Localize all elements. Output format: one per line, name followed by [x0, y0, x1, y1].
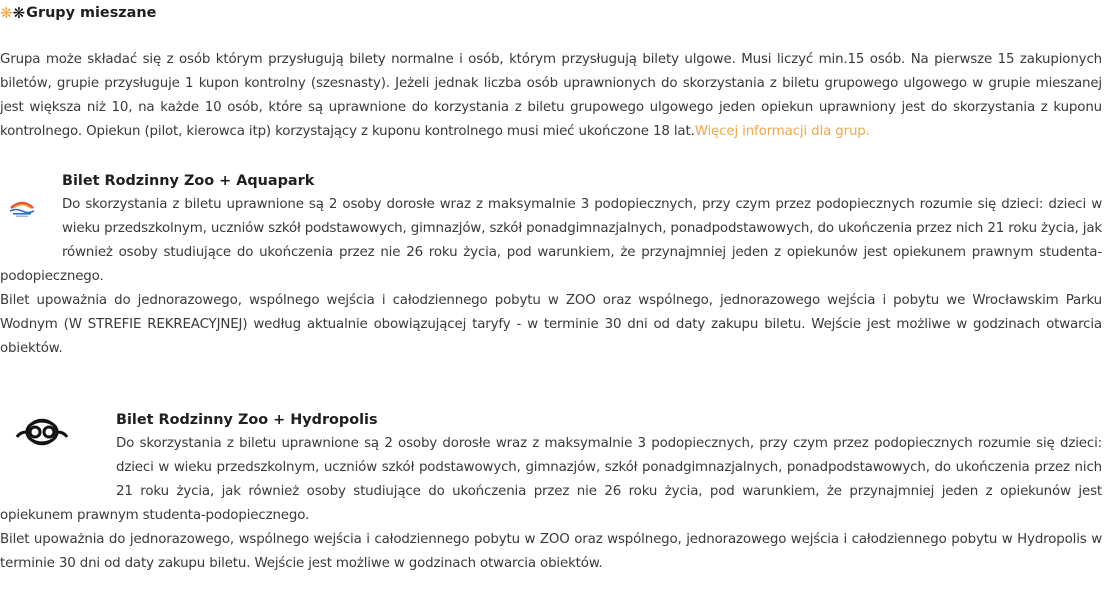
ticket-hydropolis-body: Do skorzystania z biletu uprawnione są 2… — [0, 432, 1102, 576]
ticket-hydropolis-validity: Bilet upoważnia do jednorazowego, wspóln… — [0, 532, 1102, 571]
more-info-link[interactable]: Więcej informacji dla grup. — [695, 124, 870, 139]
ticket-hydropolis-eligibility: Do skorzystania z biletu uprawnione są 2… — [0, 436, 1102, 523]
section-heading: ❋ ❋ Grupy mieszane — [0, 1, 156, 25]
ticket-aquapark-title: Bilet Rodzinny Zoo + Aquapark — [62, 173, 315, 189]
flower-black-icon: ❋ — [12, 4, 26, 22]
ticket-aquapark-eligibility: Do skorzystania z biletu uprawnione są 2… — [0, 197, 1102, 284]
ticket-aquapark-body: Do skorzystania z biletu uprawnione są 2… — [0, 193, 1102, 361]
ticket-hydropolis-title: Bilet Rodzinny Zoo + Hydropolis — [116, 412, 378, 428]
flower-orange-icon: ❋ — [0, 4, 13, 22]
group-info-text: Grupa może składać się z osób którym prz… — [0, 52, 1102, 139]
group-info-paragraph: Grupa może składać się z osób którym prz… — [0, 48, 1102, 144]
logo-spacer — [0, 432, 116, 504]
logo-spacer — [0, 193, 62, 265]
ticket-aquapark-validity: Bilet upoważnia do jednorazowego, wspóln… — [0, 293, 1102, 356]
section-heading-text: Grupy mieszane — [26, 5, 157, 21]
